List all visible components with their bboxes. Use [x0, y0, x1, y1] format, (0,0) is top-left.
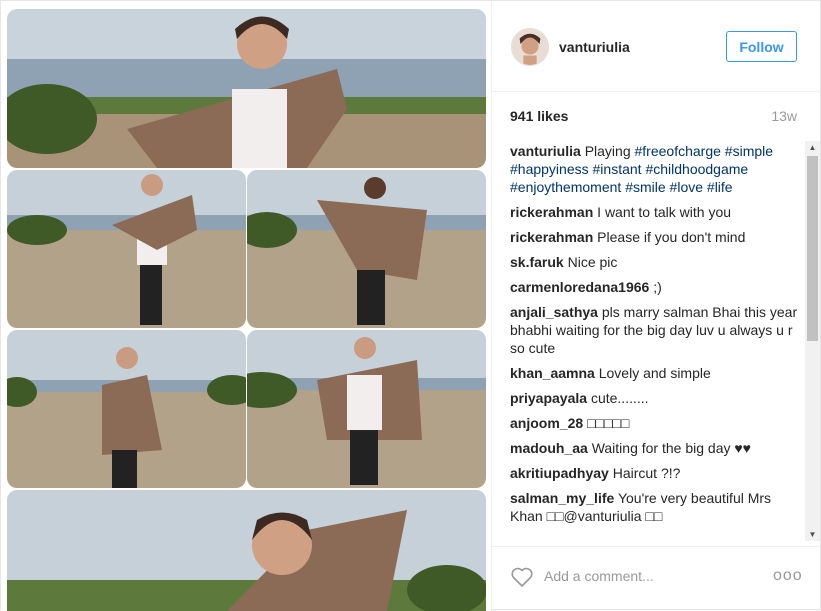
- collage-photo-4[interactable]: [7, 330, 246, 488]
- caption-text: Playing: [584, 143, 631, 159]
- photo-woman-side-view: [7, 330, 246, 488]
- comment-item: salman_my_life You're very beautiful Mrs…: [510, 489, 800, 525]
- scrollbar-thumb[interactable]: [807, 156, 818, 341]
- comment-text: ;): [653, 279, 662, 295]
- comment-item: rickerahman I want to talk with you: [510, 203, 800, 221]
- hashtag[interactable]: #happyiness: [510, 161, 589, 177]
- post-modal: vanturiulia Follow 941 likes 13w vanturi…: [0, 0, 821, 611]
- comment-username[interactable]: salman_my_life: [510, 490, 614, 506]
- hashtag[interactable]: #simple: [725, 143, 773, 159]
- caption-username[interactable]: vanturiulia: [510, 143, 581, 159]
- comment-username[interactable]: anjoom_28: [510, 415, 583, 431]
- comments-list: vanturiulia Playing #freeofcharge #simpl…: [510, 142, 800, 544]
- hashtag[interactable]: #childhoodgame: [645, 161, 748, 177]
- likes-count[interactable]: 941 likes: [510, 108, 568, 124]
- collage-photo-5[interactable]: [247, 330, 486, 488]
- comment-text: Please if you don't mind: [597, 229, 746, 245]
- hashtag[interactable]: #life: [707, 179, 733, 195]
- post-header: vanturiulia Follow: [492, 1, 821, 92]
- caption: vanturiulia Playing #freeofcharge #simpl…: [510, 142, 800, 196]
- comment-item: khan_aamna Lovely and simple: [510, 364, 800, 382]
- comment-item: carmenloredana1966 ;): [510, 278, 800, 296]
- comment-username[interactable]: khan_aamna: [510, 365, 595, 381]
- comment-item: anjali_sathya pls marry salman Bhai this…: [510, 303, 800, 357]
- heart-icon[interactable]: [510, 566, 534, 588]
- post-age[interactable]: 13w: [771, 108, 797, 124]
- comment-username[interactable]: akritiupadhyay: [510, 465, 609, 481]
- comment-item: priyapayala cute........: [510, 389, 800, 407]
- comment-item: anjoom_28 □□□□□: [510, 414, 800, 432]
- scroll-down-arrow-icon[interactable]: ▼: [805, 528, 820, 541]
- comment-item: sk.faruk Nice pic: [510, 253, 800, 271]
- comment-username[interactable]: madouh_aa: [510, 440, 588, 456]
- hashtag[interactable]: #freeofcharge: [635, 143, 721, 159]
- comment-text: I want to talk with you: [597, 204, 732, 220]
- photo-woman-arms-out: [7, 9, 486, 168]
- comment-username[interactable]: rickerahman: [510, 229, 593, 245]
- comment-text: Haircut ?!?: [612, 465, 681, 481]
- follow-button[interactable]: Follow: [726, 31, 797, 62]
- comment-text: Nice pic: [567, 254, 618, 270]
- hashtag[interactable]: #love: [670, 179, 703, 195]
- comment-username[interactable]: priyapayala: [510, 390, 587, 406]
- collage-photo-1[interactable]: [7, 9, 486, 168]
- photo-woman-back-turned: [247, 170, 486, 328]
- collage-photo-3[interactable]: [247, 170, 486, 328]
- photo-woman-arms-out: [7, 170, 246, 328]
- comment-text: cute........: [590, 390, 649, 406]
- comment-text: Lovely and simple: [598, 365, 711, 381]
- comment-text: □□□□□: [587, 415, 630, 431]
- post-sidebar: vanturiulia Follow 941 likes 13w vanturi…: [491, 1, 821, 611]
- comments-scrollbar[interactable]: ▲ ▼: [805, 141, 820, 541]
- comment-username[interactable]: carmenloredana1966: [510, 279, 649, 295]
- comment-footer: Add a comment... ooo: [492, 546, 821, 611]
- photo-woman-arms-out: [247, 330, 486, 488]
- avatar[interactable]: [511, 28, 549, 66]
- comment-username[interactable]: sk.faruk: [510, 254, 564, 270]
- comment-item: rickerahman Please if you don't mind: [510, 228, 800, 246]
- more-options-button[interactable]: ooo: [773, 567, 803, 585]
- comment-username[interactable]: rickerahman: [510, 204, 593, 220]
- collage-photo-6[interactable]: [7, 490, 486, 611]
- photo-collage[interactable]: [1, 1, 491, 611]
- hashtag[interactable]: #instant: [593, 161, 642, 177]
- scroll-up-arrow-icon[interactable]: ▲: [805, 141, 820, 154]
- photo-woman-closeup: [7, 490, 486, 611]
- post-username[interactable]: vanturiulia: [559, 39, 630, 55]
- comment-item: madouh_aa Waiting for the big day ♥♥: [510, 439, 800, 457]
- comment-text: Waiting for the big day ♥♥: [591, 440, 751, 456]
- hashtag[interactable]: #enjoythemoment: [510, 179, 621, 195]
- comment-item: akritiupadhyay Haircut ?!?: [510, 464, 800, 482]
- collage-photo-2[interactable]: [7, 170, 246, 328]
- hashtag[interactable]: #smile: [625, 179, 665, 195]
- add-comment-input[interactable]: Add a comment...: [544, 568, 654, 584]
- comment-username[interactable]: anjali_sathya: [510, 304, 598, 320]
